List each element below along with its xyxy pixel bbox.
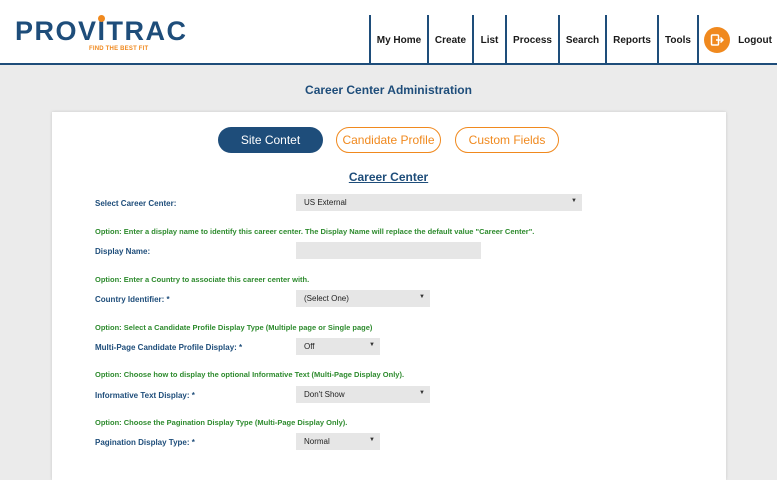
logo-wordmark: PROVITRAC <box>15 16 188 46</box>
nav-process[interactable]: Process <box>505 15 558 65</box>
nav-tools[interactable]: Tools <box>657 15 697 65</box>
select-value: Normal <box>304 437 330 446</box>
nav-reports[interactable]: Reports <box>605 15 657 65</box>
top-header: PROVITRAC FIND THE BEST FIT My Home Crea… <box>0 0 777 65</box>
nav-label: List <box>480 34 499 46</box>
pagination-label: Pagination Display Type: * <box>95 438 195 447</box>
chevron-down-icon: ▼ <box>369 437 375 443</box>
informative-select[interactable]: Don't Show ▼ <box>296 386 430 403</box>
nav-search[interactable]: Search <box>558 15 605 65</box>
informative-option-text: Option: Choose how to display the option… <box>95 370 405 379</box>
career-center-select[interactable]: US External ▼ <box>296 194 582 211</box>
career-center-label: Select Career Center: <box>95 199 177 208</box>
pagination-option-text: Option: Choose the Pagination Display Ty… <box>95 418 348 427</box>
tab-custom-fields[interactable]: Custom Fields <box>455 127 559 153</box>
select-value: (Select One) <box>304 294 349 303</box>
country-select[interactable]: (Select One) ▼ <box>296 290 430 307</box>
nav-list[interactable]: List <box>472 15 505 65</box>
multipage-select[interactable]: Off ▼ <box>296 338 380 355</box>
country-label: Country Identifier: * <box>95 295 170 304</box>
logout-icon <box>704 27 731 53</box>
page-title: Career Center Administration <box>305 83 472 97</box>
nav-label: My Home <box>376 34 422 46</box>
provitrac-logo[interactable]: PROVITRAC FIND THE BEST FIT <box>15 15 188 52</box>
country-option-text: Option: Enter a Country to associate thi… <box>95 275 310 284</box>
logo-tagline: FIND THE BEST FIT <box>89 46 149 52</box>
nav-label: Create <box>434 34 467 46</box>
nav-my-home[interactable]: My Home <box>369 15 427 65</box>
nav-label: Search <box>565 34 600 46</box>
nav-label: Tools <box>665 34 691 46</box>
chevron-down-icon: ▼ <box>369 342 375 348</box>
chevron-down-icon: ▼ <box>571 198 577 204</box>
section-title: Career Center <box>0 170 777 184</box>
chevron-down-icon: ▼ <box>419 294 425 300</box>
display-name-field[interactable] <box>296 242 481 259</box>
multipage-option-text: Option: Select a Candidate Profile Displ… <box>95 323 373 332</box>
display-name-option-text: Option: Enter a display name to identify… <box>95 227 535 236</box>
multipage-label: Multi-Page Candidate Profile Display: * <box>95 343 243 352</box>
nav-label: Reports <box>613 34 651 46</box>
logo-accent-dot <box>98 15 105 22</box>
nav-create[interactable]: Create <box>427 15 472 65</box>
select-value: Off <box>304 342 315 351</box>
nav-label: Process <box>513 34 552 46</box>
display-name-label: Display Name: <box>95 247 151 256</box>
select-value: Don't Show <box>304 390 345 399</box>
informative-label: Informative Text Display: * <box>95 391 195 400</box>
section-title-text: Career Center <box>348 170 429 184</box>
logout-label: Logout <box>738 34 772 46</box>
pagination-select[interactable]: Normal ▼ <box>296 433 380 450</box>
logout-button[interactable]: Logout <box>697 15 777 65</box>
chevron-down-icon: ▼ <box>419 390 425 396</box>
select-value: US External <box>304 198 347 207</box>
tab-site-content[interactable]: Site Contet <box>218 127 323 153</box>
tab-candidate-profile[interactable]: Candidate Profile <box>336 127 441 153</box>
